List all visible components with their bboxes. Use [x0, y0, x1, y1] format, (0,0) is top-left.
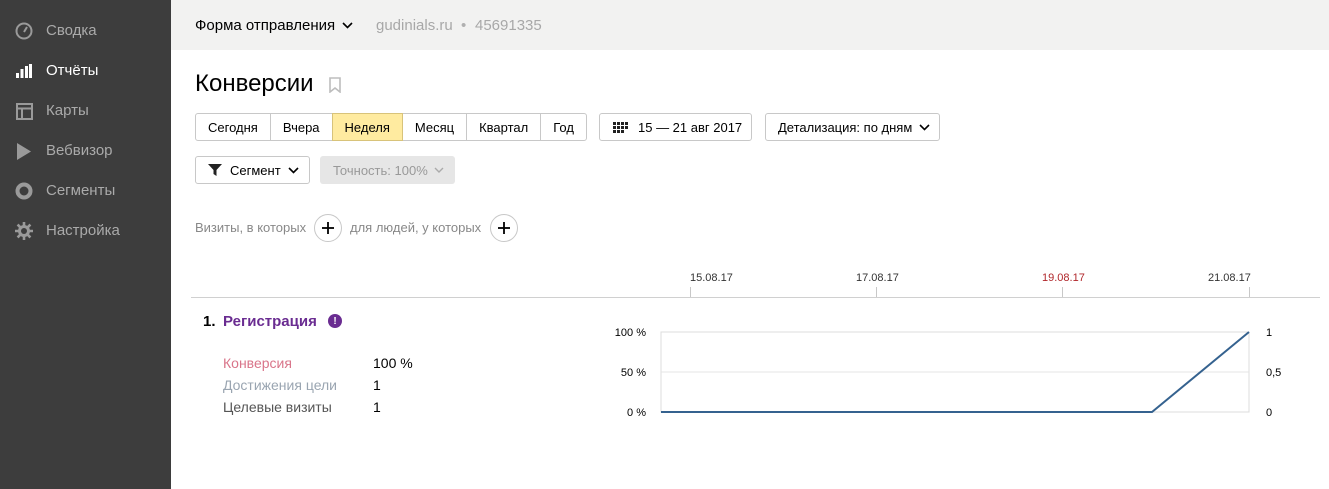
- chart-left-tick-label: 0 %: [627, 407, 646, 419]
- timeline-axis: [191, 297, 1320, 298]
- donut-icon: [14, 182, 34, 200]
- sidebar-item-maps[interactable]: Карты: [0, 96, 171, 126]
- bookmark-icon[interactable]: [329, 77, 341, 93]
- goal-name-link[interactable]: Регистрация: [223, 313, 317, 330]
- visits-condition-label: Визиты, в которых: [195, 220, 307, 235]
- sidebar-item-label: Вебвизор: [46, 142, 113, 159]
- metric-reaches-label: Достижения цели: [223, 377, 338, 393]
- chevron-down-icon: [342, 22, 353, 29]
- counter-site: gudinials.ru: [376, 17, 453, 34]
- add-people-condition-button[interactable]: [490, 214, 518, 242]
- period-quarter-button[interactable]: Квартал: [466, 113, 542, 141]
- timeline-tick: [1062, 287, 1063, 297]
- chart-right-tick-label: 0,5: [1266, 367, 1281, 379]
- gear-icon: [14, 222, 34, 240]
- chart-right-tick-label: 0: [1266, 407, 1272, 419]
- sidebar-item-summary[interactable]: Сводка: [0, 16, 171, 46]
- add-visit-condition-button[interactable]: [314, 214, 342, 242]
- plus-icon: [322, 222, 334, 234]
- sidebar-item-segments[interactable]: Сегменты: [0, 176, 171, 206]
- date-range-label: 15 — 21 авг 2017: [638, 119, 743, 135]
- metric-conversion-value: 100 %: [373, 355, 413, 371]
- counter-name: Форма отправления: [195, 17, 336, 34]
- chart-left-tick-label: 100 %: [615, 327, 646, 339]
- period-selector: Сегодня Вчера Неделя Месяц Квартал Год: [195, 113, 587, 141]
- metric-conversion-label: Конверсия: [223, 355, 292, 371]
- chevron-down-icon: [288, 166, 299, 174]
- accuracy-label: Точность: 100%: [333, 162, 428, 178]
- segment-label: Сегмент: [230, 162, 281, 178]
- timeline-tick: [690, 287, 691, 297]
- chart-left-tick-label: 50 %: [621, 367, 646, 379]
- goal-number: 1.: [203, 313, 216, 330]
- sidebar: Сводка Отчёты Карты Вебвизор Сегменты На…: [0, 0, 171, 489]
- period-yesterday-button[interactable]: Вчера: [269, 113, 333, 141]
- plus-icon: [498, 222, 510, 234]
- chevron-down-icon: [919, 123, 930, 131]
- sidebar-item-label: Сегменты: [46, 182, 116, 199]
- sidebar-item-webvisor[interactable]: Вебвизор: [0, 136, 171, 166]
- metric-visits-label: Целевые визиты: [223, 399, 332, 415]
- segment-button[interactable]: Сегмент: [195, 156, 310, 184]
- timeline-tick: [1249, 287, 1250, 297]
- gauge-icon: [14, 22, 34, 40]
- funnel-icon: [208, 164, 222, 176]
- period-month-button[interactable]: Месяц: [401, 113, 468, 141]
- conversion-chart: 100 % 1 50 % 0,5 0 % 0: [615, 327, 1282, 419]
- accuracy-dropdown: Точность: 100%: [320, 156, 455, 184]
- sidebar-item-label: Отчёты: [46, 62, 99, 79]
- sidebar-item-reports[interactable]: Отчёты: [0, 56, 171, 86]
- period-week-button[interactable]: Неделя: [331, 113, 403, 141]
- metric-visits-value: 1: [373, 399, 381, 415]
- timeline-tick: [876, 287, 877, 297]
- date-range-button[interactable]: 15 — 21 авг 2017: [599, 113, 752, 141]
- top-header: Форма отправления gudinials.ru • 4569133…: [171, 0, 1329, 50]
- calendar-icon: [613, 121, 628, 133]
- detail-label: Детализация: по дням: [778, 119, 913, 135]
- map-layout-icon: [14, 102, 34, 120]
- metric-reaches-value: 1: [373, 377, 381, 393]
- play-icon: [14, 142, 34, 160]
- sidebar-item-settings[interactable]: Настройка: [0, 216, 171, 246]
- timeline-date-label: 17.08.17: [856, 272, 899, 284]
- counter-selector[interactable]: Форма отправления: [195, 17, 353, 34]
- sidebar-item-label: Карты: [46, 102, 89, 119]
- people-condition-label: для людей, у которых: [350, 220, 482, 235]
- timeline-date-label: 19.08.17: [1042, 272, 1085, 284]
- chevron-down-icon: [434, 167, 444, 173]
- period-year-button[interactable]: Год: [540, 113, 587, 141]
- warning-icon[interactable]: !: [328, 314, 342, 328]
- page-title: Конверсии: [195, 70, 314, 97]
- separator-dot: •: [461, 17, 467, 34]
- period-today-button[interactable]: Сегодня: [195, 113, 271, 141]
- chart-right-tick-label: 1: [1266, 327, 1272, 339]
- sidebar-item-label: Сводка: [46, 22, 97, 39]
- detail-dropdown[interactable]: Детализация: по дням: [765, 113, 940, 141]
- sidebar-item-label: Настройка: [46, 222, 120, 239]
- counter-id: 45691335: [475, 17, 542, 34]
- timeline-date-label: 21.08.17: [1208, 272, 1251, 284]
- bar-chart-icon: [14, 62, 34, 80]
- timeline-date-label: 15.08.17: [690, 272, 733, 284]
